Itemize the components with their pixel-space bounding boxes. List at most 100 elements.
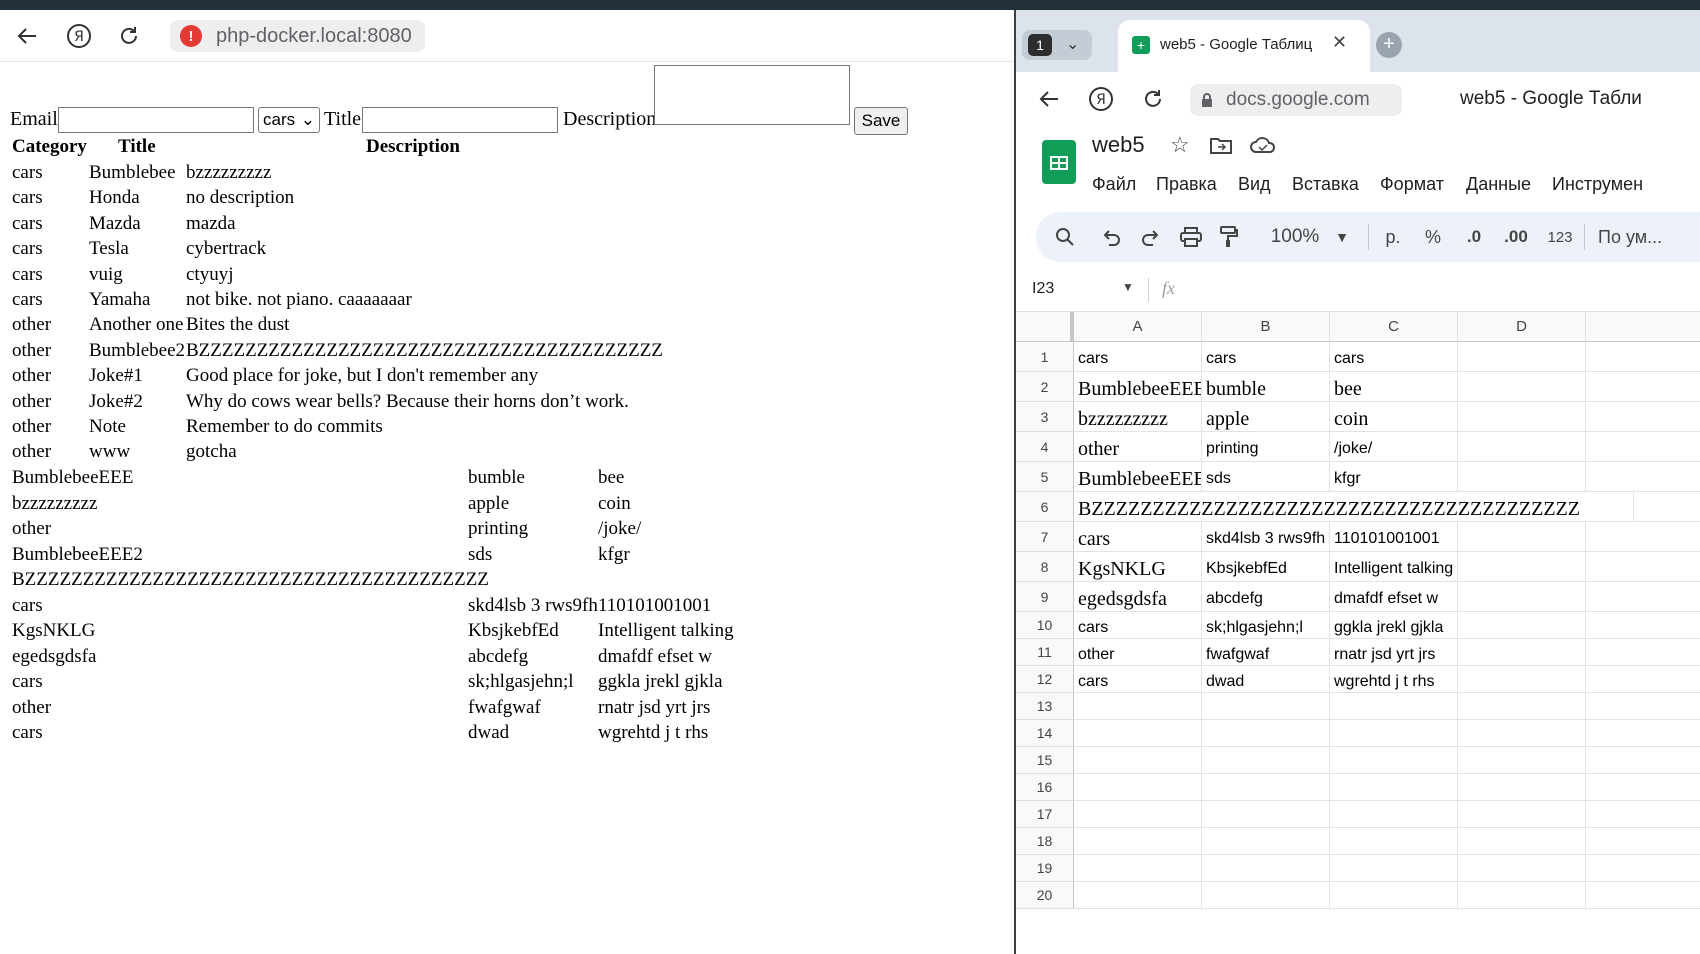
row-header[interactable]: 9 [1016, 582, 1074, 612]
grid-cell[interactable]: bee [1330, 372, 1458, 402]
doc-title[interactable]: web5 [1092, 132, 1145, 158]
row-header[interactable]: 15 [1016, 747, 1074, 774]
grid-cell[interactable] [1586, 882, 1700, 909]
grid-cell[interactable]: cars [1202, 342, 1330, 372]
zoom-select[interactable]: 100% [1260, 212, 1330, 262]
search-icon[interactable] [1050, 212, 1080, 262]
grid-cell[interactable]: bumble [1202, 372, 1330, 402]
row-header[interactable]: 20 [1016, 882, 1074, 909]
grid-cell[interactable] [1458, 372, 1586, 402]
right-address-bar[interactable]: docs.google.com [1190, 84, 1402, 116]
grid-cell[interactable] [1202, 855, 1330, 882]
grid-cell[interactable] [1458, 552, 1586, 582]
grid-cell[interactable] [1330, 882, 1458, 909]
grid-cell[interactable] [1202, 774, 1330, 801]
yandex-icon[interactable]: Я [62, 19, 96, 53]
grid-cell[interactable] [1586, 372, 1700, 402]
grid-cell[interactable] [1586, 612, 1700, 639]
grid-cell[interactable]: abcdefg [1202, 582, 1330, 612]
grid-cell[interactable] [1074, 855, 1202, 882]
increase-decimal-button[interactable]: .00 [1496, 212, 1536, 262]
name-box[interactable]: I23 [1032, 280, 1054, 298]
grid-cell[interactable]: other [1074, 639, 1202, 666]
grid-cell[interactable]: ggkla jrekl gjkla [1330, 612, 1458, 639]
grid-cell[interactable] [1074, 747, 1202, 774]
grid-cell[interactable]: skd4lsb 3 rws9fh [1202, 522, 1330, 552]
row-header[interactable]: 2 [1016, 372, 1074, 402]
grid-cell[interactable]: sk;hlgasjehn;l [1202, 612, 1330, 639]
grid-cell[interactable] [1458, 666, 1586, 693]
column-header[interactable]: D [1458, 312, 1586, 342]
grid-cell[interactable] [1458, 522, 1586, 552]
row-header[interactable]: 5 [1016, 462, 1074, 492]
grid-cell[interactable] [1458, 432, 1586, 462]
grid-cell[interactable]: apple [1202, 402, 1330, 432]
font-select[interactable]: По ум... [1598, 212, 1678, 262]
print-icon[interactable] [1176, 212, 1206, 262]
paint-format-icon[interactable] [1214, 212, 1244, 262]
grid-cell[interactable] [1458, 462, 1586, 492]
spreadsheet-grid[interactable]: A B C D 1 cars cars cars 2 BumblebeeEEE bumble bee 3… [1016, 312, 1700, 954]
grid-cell[interactable] [1330, 693, 1458, 720]
grid-cell[interactable]: printing [1202, 432, 1330, 462]
grid-cell[interactable]: bzzzzzzzzz [1074, 402, 1202, 432]
tab-group-switcher[interactable]: 1 ⌄ [1022, 30, 1092, 60]
grid-cell[interactable] [1586, 720, 1700, 747]
grid-cell[interactable] [1586, 462, 1700, 492]
grid-cell[interactable] [1586, 747, 1700, 774]
grid-cell[interactable] [1586, 342, 1700, 372]
grid-cell[interactable] [1458, 828, 1586, 855]
grid-cell[interactable]: cars [1074, 612, 1202, 639]
row-header[interactable]: 17 [1016, 801, 1074, 828]
grid-corner[interactable] [1016, 312, 1074, 342]
grid-cell[interactable] [1458, 342, 1586, 372]
grid-cell[interactable]: sds [1202, 462, 1330, 492]
grid-cell[interactable] [1202, 693, 1330, 720]
grid-cell[interactable] [1330, 774, 1458, 801]
grid-cell[interactable] [1586, 855, 1700, 882]
grid-cell[interactable] [1458, 855, 1586, 882]
title-input[interactable] [362, 107, 558, 133]
grid-cell[interactable] [1586, 801, 1700, 828]
new-tab-icon[interactable]: + [1376, 32, 1402, 58]
grid-cell[interactable] [1586, 582, 1700, 612]
column-header[interactable]: C [1330, 312, 1458, 342]
grid-cell[interactable]: BumblebeeEEE [1074, 462, 1202, 492]
grid-cell[interactable]: BumblebeeEEE [1074, 372, 1202, 402]
menu-item[interactable]: Инструмен [1552, 174, 1643, 195]
grid-cell[interactable] [1330, 828, 1458, 855]
menu-item[interactable]: Вид [1238, 174, 1271, 195]
grid-cell[interactable] [1458, 720, 1586, 747]
email-input[interactable] [58, 107, 254, 133]
undo-icon[interactable] [1096, 212, 1126, 262]
grid-cell[interactable]: rnatr jsd yrt jrs [1330, 639, 1458, 666]
grid-cell[interactable]: dwad [1202, 666, 1330, 693]
decrease-decimal-button[interactable]: .0 [1456, 212, 1492, 262]
grid-cell[interactable] [1074, 801, 1202, 828]
grid-cell[interactable] [1458, 801, 1586, 828]
grid-cell[interactable]: cars [1074, 342, 1202, 372]
grid-cell[interactable] [1202, 801, 1330, 828]
grid-cell[interactable] [1586, 432, 1700, 462]
grid-cell[interactable] [1074, 882, 1202, 909]
grid-cell[interactable]: 110101001001 [1330, 522, 1458, 552]
grid-cell[interactable]: Intelligent talking [1330, 552, 1458, 582]
reload-icon[interactable] [1136, 82, 1170, 116]
category-select[interactable]: cars ⌄ [258, 107, 320, 133]
row-header[interactable]: 6 [1016, 492, 1074, 522]
row-header[interactable]: 1 [1016, 342, 1074, 372]
grid-cell[interactable] [1458, 639, 1586, 666]
menu-item[interactable]: Данные [1466, 174, 1531, 195]
grid-cell[interactable]: BZZZZZZZZZZZZZZZZZZZZZZZZZZZZZZZZZZZZZZZ… [1074, 492, 1634, 522]
row-header[interactable]: 12 [1016, 666, 1074, 693]
grid-cell[interactable] [1586, 639, 1700, 666]
grid-cell[interactable] [1330, 801, 1458, 828]
grid-cell[interactable] [1458, 612, 1586, 639]
menu-item[interactable]: Файл [1092, 174, 1136, 195]
row-header[interactable]: 3 [1016, 402, 1074, 432]
number-format-button[interactable]: 123 [1542, 212, 1578, 262]
grid-cell[interactable]: wgrehtd j t rhs [1330, 666, 1458, 693]
grid-cell[interactable] [1458, 774, 1586, 801]
redo-icon[interactable] [1136, 212, 1166, 262]
star-icon[interactable]: ☆ [1170, 132, 1190, 158]
